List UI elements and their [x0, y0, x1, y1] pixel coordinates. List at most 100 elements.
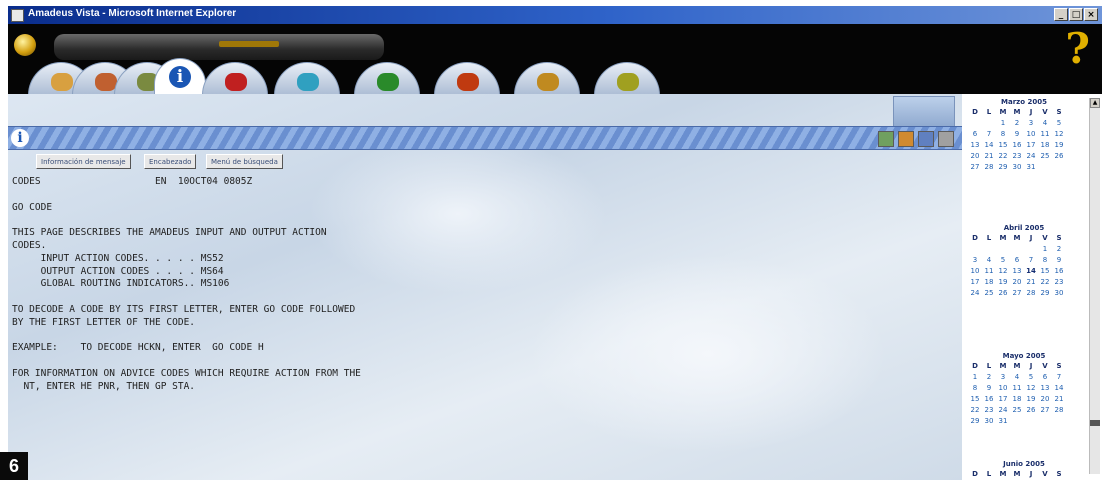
calendar-day[interactable]: 12: [1024, 382, 1038, 393]
calendar-day[interactable]: 27: [1010, 287, 1024, 298]
scroll-up-arrow[interactable]: ▲: [1090, 98, 1100, 108]
help-question-icon[interactable]: ?: [1065, 28, 1090, 70]
calendar-day[interactable]: 16: [982, 393, 996, 404]
calendar-day[interactable]: 7: [1052, 371, 1066, 382]
calendar-day[interactable]: 28: [1024, 287, 1038, 298]
calendar-day[interactable]: 17: [1024, 139, 1038, 150]
calendar-day[interactable]: 22: [996, 150, 1010, 161]
calendar-day[interactable]: 15: [1038, 265, 1052, 276]
calendar-day[interactable]: 22: [968, 404, 982, 415]
tool-icon-3[interactable]: [918, 130, 934, 147]
tab-tab-icon-6[interactable]: [274, 62, 340, 96]
calendar-day[interactable]: 8: [1038, 254, 1052, 265]
tab-tab-icon-9[interactable]: [514, 62, 580, 96]
minimize-button[interactable]: _: [1054, 8, 1068, 21]
calendar-day[interactable]: 22: [1038, 276, 1052, 287]
calendar-day[interactable]: 23: [1052, 276, 1066, 287]
sub-tab[interactable]: Encabezado: [144, 154, 197, 169]
calendar-day[interactable]: 16: [1052, 265, 1066, 276]
maximize-button[interactable]: □: [1069, 8, 1083, 21]
sub-tab[interactable]: Menú de búsqueda: [206, 154, 283, 169]
calendar-day[interactable]: 13: [1038, 382, 1052, 393]
calendar-day[interactable]: 29: [1038, 287, 1052, 298]
calendar-day[interactable]: 24: [996, 404, 1010, 415]
calendar-day[interactable]: 30: [982, 415, 996, 426]
calendar-day[interactable]: 29: [968, 415, 982, 426]
calendar-day[interactable]: 21: [1052, 393, 1066, 404]
calendar-day[interactable]: 13: [1010, 265, 1024, 276]
calendar-day[interactable]: 18: [982, 276, 996, 287]
calendar-day[interactable]: 5: [1024, 371, 1038, 382]
calendar-day[interactable]: 30: [1052, 287, 1066, 298]
calendar-day[interactable]: 6: [1038, 371, 1052, 382]
calendar-day[interactable]: 26: [1024, 404, 1038, 415]
calendar-day[interactable]: 29: [996, 161, 1010, 172]
calendar-day[interactable]: 25: [1038, 150, 1052, 161]
tool-icon-1[interactable]: [878, 130, 894, 147]
calendar-day[interactable]: 30: [1010, 161, 1024, 172]
calendar-day[interactable]: 19: [1052, 139, 1066, 150]
calendar-day[interactable]: 4: [982, 254, 996, 265]
calendar-day[interactable]: 9: [1052, 254, 1066, 265]
command-input[interactable]: [34, 130, 828, 147]
calendar-day[interactable]: 17: [968, 276, 982, 287]
calendar-day[interactable]: 1: [996, 117, 1010, 128]
calendar-day[interactable]: 20: [968, 150, 982, 161]
calendar-day[interactable]: 24: [1024, 150, 1038, 161]
calendar-day[interactable]: 6: [968, 128, 982, 139]
calendar-day[interactable]: 26: [1052, 150, 1066, 161]
scrollbar-thumb[interactable]: [1090, 420, 1100, 426]
calendar-day[interactable]: 26: [996, 287, 1010, 298]
calendar-day[interactable]: 10: [996, 382, 1010, 393]
tab-info-icon[interactable]: i: [154, 58, 206, 96]
calendar-day[interactable]: 5: [996, 254, 1010, 265]
calendar-day[interactable]: 18: [1010, 393, 1024, 404]
calendar-day[interactable]: 14: [1052, 382, 1066, 393]
calendar-day[interactable]: 11: [1038, 128, 1052, 139]
calendar-day[interactable]: 14: [1024, 265, 1038, 276]
calendar-day[interactable]: 7: [982, 128, 996, 139]
calendar-day[interactable]: 27: [1038, 404, 1052, 415]
calendar-scrollbar[interactable]: ▲: [1089, 98, 1100, 474]
tab-tab-icon-10[interactable]: [594, 62, 660, 96]
tool-icon-4[interactable]: [938, 130, 954, 147]
calendar-day[interactable]: 6: [1010, 254, 1024, 265]
calendar-day[interactable]: 19: [996, 276, 1010, 287]
calendar-day[interactable]: 20: [1010, 276, 1024, 287]
tab-tab-icon-7[interactable]: [354, 62, 420, 96]
close-button[interactable]: ×: [1084, 8, 1098, 21]
calendar-day[interactable]: 25: [1010, 404, 1024, 415]
calendar-day[interactable]: 17: [996, 393, 1010, 404]
calendar-day[interactable]: 31: [1024, 161, 1038, 172]
calendar-day[interactable]: 15: [996, 139, 1010, 150]
calendar-day[interactable]: 4: [1038, 117, 1052, 128]
sub-tab[interactable]: Información de mensaje: [36, 154, 131, 169]
calendar-day[interactable]: 3: [996, 371, 1010, 382]
calendar-day[interactable]: 31: [996, 415, 1010, 426]
calendar-day[interactable]: 13: [968, 139, 982, 150]
calendar-day[interactable]: 1: [1038, 243, 1052, 254]
calendar-day[interactable]: 2: [1052, 243, 1066, 254]
calendar-day[interactable]: 5: [1052, 117, 1066, 128]
calendar-day[interactable]: 23: [982, 404, 996, 415]
calendar-day[interactable]: 15: [968, 393, 982, 404]
calendar-day[interactable]: 24: [968, 287, 982, 298]
calendar-day[interactable]: 25: [982, 287, 996, 298]
calendar-day[interactable]: 28: [1052, 404, 1066, 415]
calendar-day[interactable]: 4: [1010, 371, 1024, 382]
calendar-day[interactable]: 1: [968, 371, 982, 382]
calendar-day[interactable]: 10: [1024, 128, 1038, 139]
calendar-day[interactable]: 9: [1010, 128, 1024, 139]
calendar-day[interactable]: 2: [1010, 117, 1024, 128]
calendar-day[interactable]: 3: [968, 254, 982, 265]
calendar-day[interactable]: 12: [996, 265, 1010, 276]
calendar-day[interactable]: 16: [1010, 139, 1024, 150]
calendar-day[interactable]: 18: [1038, 139, 1052, 150]
calendar-day[interactable]: 21: [982, 150, 996, 161]
calendar-day[interactable]: 28: [982, 161, 996, 172]
calendar-day[interactable]: 23: [1010, 150, 1024, 161]
calendar-day[interactable]: 11: [982, 265, 996, 276]
tab-tab-icon-8[interactable]: [434, 62, 500, 96]
tab-tab-icon-5[interactable]: [202, 62, 268, 96]
calendar-day[interactable]: 19: [1024, 393, 1038, 404]
